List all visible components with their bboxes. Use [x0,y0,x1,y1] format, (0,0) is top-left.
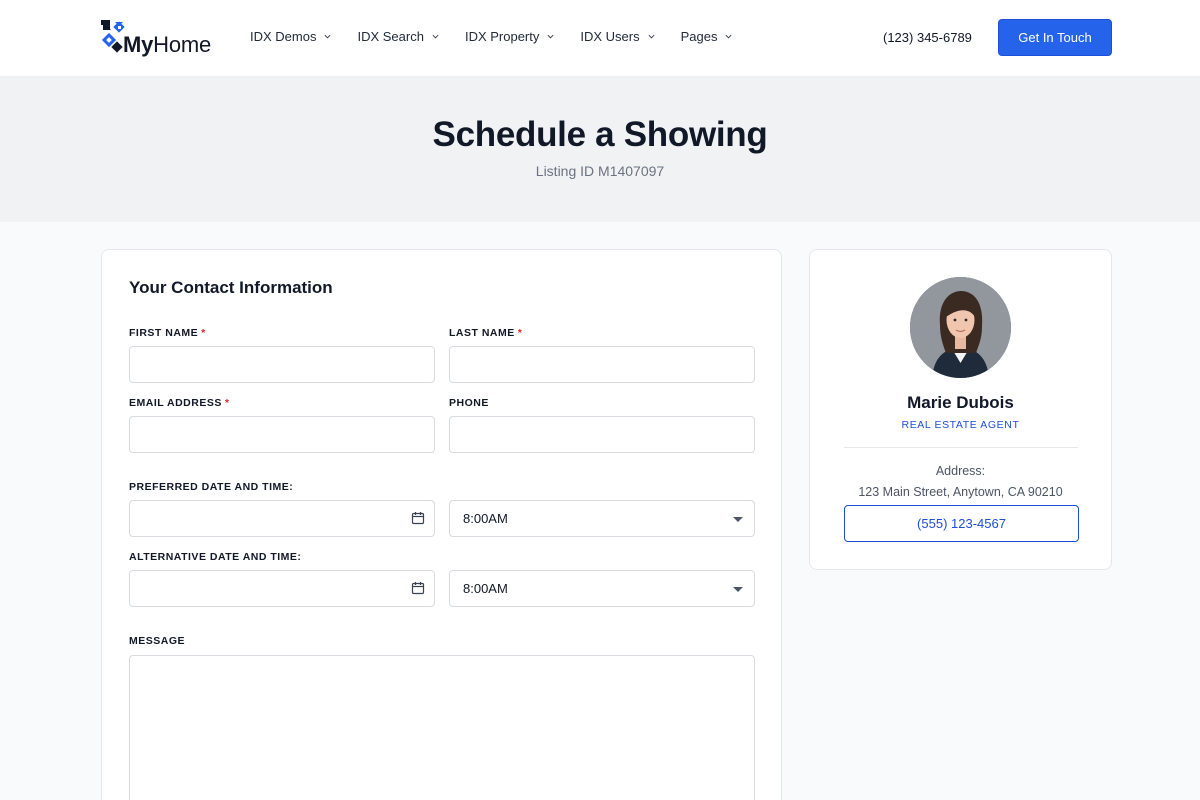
logo-text-home: Home [153,32,212,57]
agent-name: Marie Dubois [907,393,1014,412]
alternative-time-value: 8:00AM [463,581,508,596]
required-mark: * [224,397,230,409]
nav-item-pages[interactable]: Pages [681,29,733,44]
alternative-date-field [129,570,435,607]
nav-item-label: IDX Demos [250,29,317,44]
preferred-date-field [129,500,435,537]
message-label: MESSAGE [129,635,186,647]
chevron-down-icon [547,34,554,39]
agent-card: Marie Dubois REAL ESTATE AGENT Address: … [809,249,1112,570]
chevron-down-icon [725,34,732,39]
contact-form-card: Your Contact Information FIRST NAME * LAS… [101,249,782,800]
nav-item-idx-search[interactable]: IDX Search [357,29,439,44]
calendar-icon[interactable] [411,581,425,595]
message-textarea[interactable] [129,655,755,800]
site-header: MyHome IDX Demos IDX Search IDX Property… [0,0,1200,77]
alternative-date-input[interactable] [129,570,435,607]
phone-label: PHONE [449,397,489,409]
preferred-date-label: PREFERRED DATE AND TIME: [129,481,294,493]
nav-item-idx-users[interactable]: IDX Users [580,29,655,44]
divider [844,447,1078,448]
chevron-down-icon [324,34,331,39]
logo[interactable]: MyHome [101,18,211,58]
nav-item-label: IDX Users [580,29,640,44]
required-mark: * [201,327,206,339]
nav-item-label: IDX Property [464,29,540,44]
calendar-icon[interactable] [411,511,425,525]
logo-text-my: My [123,32,154,57]
caret-down-icon [733,587,743,592]
alternative-date-label: ALTERNATIVE DATE AND TIME: [129,551,302,563]
first-name-input[interactable] [129,346,435,383]
preferred-time-value: 8:00AM [463,511,508,526]
nav-item-label: Pages [680,29,718,44]
first-name-label: FIRST NAME * [129,327,206,339]
main-nav: IDX Demos IDX Search IDX Property IDX Us… [250,29,758,44]
agent-photo [910,277,1011,378]
agent-address: 123 Main Street, Anytown, CA 90210 [858,485,1063,499]
email-input[interactable] [129,416,435,453]
chevron-down-icon [432,34,439,39]
preferred-time-select[interactable]: 8:00AM [449,500,755,537]
email-label-text: EMAIL ADDRESS [129,397,222,409]
agent-phone-button[interactable]: (555) 123-4567 [844,505,1079,542]
last-name-label: LAST NAME * [449,327,522,339]
agent-role: REAL ESTATE AGENT [901,419,1020,431]
last-name-input[interactable] [449,346,755,383]
header-phone-link[interactable]: (123) 345-6789 [883,30,972,45]
chevron-down-icon [648,34,655,39]
phone-input[interactable] [449,416,755,453]
address-label: Address: [935,464,986,478]
form-title: Your Contact Information [129,278,333,297]
page-hero: Schedule a Showing Listing ID M1407097 [0,77,1200,222]
caret-down-icon [733,517,743,522]
email-label: EMAIL ADDRESS * [129,397,229,409]
alternative-time-select[interactable]: 8:00AM [449,570,755,607]
get-in-touch-button[interactable]: Get In Touch [998,19,1112,56]
first-name-label-text: FIRST NAME [129,327,199,339]
logo-text: MyHome [123,32,211,58]
preferred-date-input[interactable] [129,500,435,537]
nav-item-label: IDX Search [357,29,424,44]
agent-avatar [910,277,1011,378]
listing-id: Listing ID M1407097 [535,163,665,179]
last-name-label-text: LAST NAME [449,327,515,339]
page-title: Schedule a Showing [432,115,768,154]
required-mark: * [517,327,523,339]
nav-item-idx-demos[interactable]: IDX Demos [250,29,331,44]
nav-item-idx-property[interactable]: IDX Property [465,29,554,44]
